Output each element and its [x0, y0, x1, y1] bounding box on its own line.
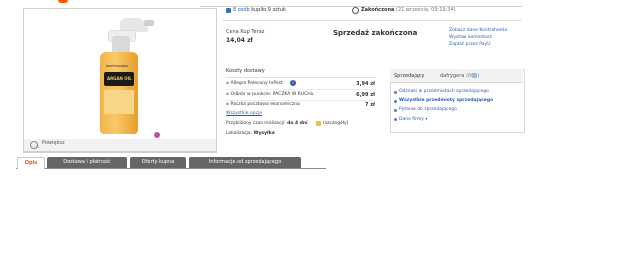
chevron-down-icon[interactable]: ▾	[425, 116, 427, 121]
location-info: Lokalizacja: Wysyłka	[226, 131, 275, 136]
bottle-label-text: ARGAN OIL	[107, 76, 132, 81]
price-value: 14,04 zł	[226, 37, 253, 44]
sale-status: Sprzedaż zakończona	[333, 29, 418, 37]
ended-date: (21 września, 09:19:34)	[396, 7, 456, 13]
all-shipping-options-link[interactable]: Wszystkie opcje	[226, 111, 262, 116]
bottle-label-light	[104, 90, 134, 114]
buyers-icon	[226, 8, 231, 13]
shipping-title: Koszty dostawy	[226, 68, 265, 74]
shipping-option-row: ▪ Paczka pocztowa ekonomiczna	[226, 102, 300, 107]
buyers-link[interactable]: 8 osób	[233, 7, 250, 13]
auction-side-links: Zobacz dane Kontrahenta Wystaw komentarz…	[449, 27, 507, 48]
view-contractor-link[interactable]: Zobacz dane Kontrahenta	[449, 27, 507, 34]
tab-seller-info[interactable]: Informacje od sprzedającego	[189, 157, 301, 168]
logo-fragment	[58, 0, 68, 3]
info-icon[interactable]: i	[290, 80, 296, 86]
ended-label: Zakończona	[361, 7, 395, 13]
realization-label: Przybliżony czas realizacji:	[226, 121, 286, 126]
shipping-option-price: 7 zł	[365, 102, 375, 108]
seller-rating-icon	[472, 73, 477, 78]
seller-login[interactable]: dafrygera	[440, 73, 464, 79]
shipping-option-label: Odbiór w punkcie: PACZKA W RUCHu	[230, 92, 314, 97]
row-divider	[226, 89, 376, 90]
tab-description[interactable]: Opis	[17, 157, 45, 169]
shipping-option-price: 3,94 zł	[356, 81, 375, 87]
tab-purchase-offers[interactable]: Oferty kupna	[130, 157, 186, 168]
shipping-option-label: Paczka pocztowa ekonomiczna	[230, 102, 300, 107]
realization-value: do 4 dni	[287, 121, 308, 126]
seller-all-items-link[interactable]: Wszystkie przedmioty sprzedającego	[399, 98, 493, 103]
row-divider	[226, 100, 376, 101]
seller-title: Sprzedający	[394, 73, 425, 79]
bullet-icon	[394, 91, 397, 94]
realization-icon	[316, 121, 321, 126]
section-divider	[222, 20, 522, 21]
buyers-info: 8 osób kupiło 9 sztuk	[233, 7, 286, 13]
tabs-baseline	[16, 168, 326, 169]
location-label: Lokalizacja:	[226, 131, 253, 136]
clock-icon	[352, 7, 359, 14]
company-data-label[interactable]: Dane firmy	[399, 117, 424, 122]
tab-delivery-payment[interactable]: Dostawa i płatność	[47, 157, 127, 168]
shipping-option-row: ▪ Allegro Polecony InPost	[226, 81, 283, 86]
bottle-nozzle	[144, 20, 154, 26]
realization-time: Przybliżony czas realizacji: do 4 dni	[226, 121, 308, 126]
pay-payu-link[interactable]: Zapłać przez PayU	[449, 41, 507, 48]
bullet-icon	[394, 118, 397, 121]
bullet-icon	[394, 109, 397, 112]
shipping-option-label: Allegro Polecony InPost	[230, 81, 283, 86]
bullet-icon	[394, 100, 397, 103]
zoom-link[interactable]: Powiększ	[42, 140, 65, 146]
shipping-option-price: 6,99 zł	[356, 92, 375, 98]
seller-badges-link[interactable]: Odznaki w przedmiotach sprzedającego	[399, 89, 489, 94]
shipping-option-row: ▪ Odbiór w punkcie: PACZKA W RUCHu	[226, 92, 314, 97]
bottle-brand-text: PROFESSIONAL	[106, 64, 129, 68]
company-data-link[interactable]: Dane firmy ▾	[399, 116, 427, 122]
auction-ended-info: Zakończona (21 września, 09:19:34)	[361, 7, 456, 13]
top-header-strip	[0, 0, 640, 4]
ask-seller-link[interactable]: Pytanie do sprzedającego	[399, 107, 457, 112]
location-value: Wysyłka	[253, 131, 275, 136]
details-link[interactable]: (szczegóły)	[323, 121, 348, 126]
price-label: Cena Kup Teraz	[226, 29, 265, 35]
shipping-divider	[226, 77, 376, 78]
buyers-text: kupiło 9 sztuk	[251, 7, 286, 13]
leave-comment-link[interactable]: Wystaw komentarz	[449, 34, 507, 41]
